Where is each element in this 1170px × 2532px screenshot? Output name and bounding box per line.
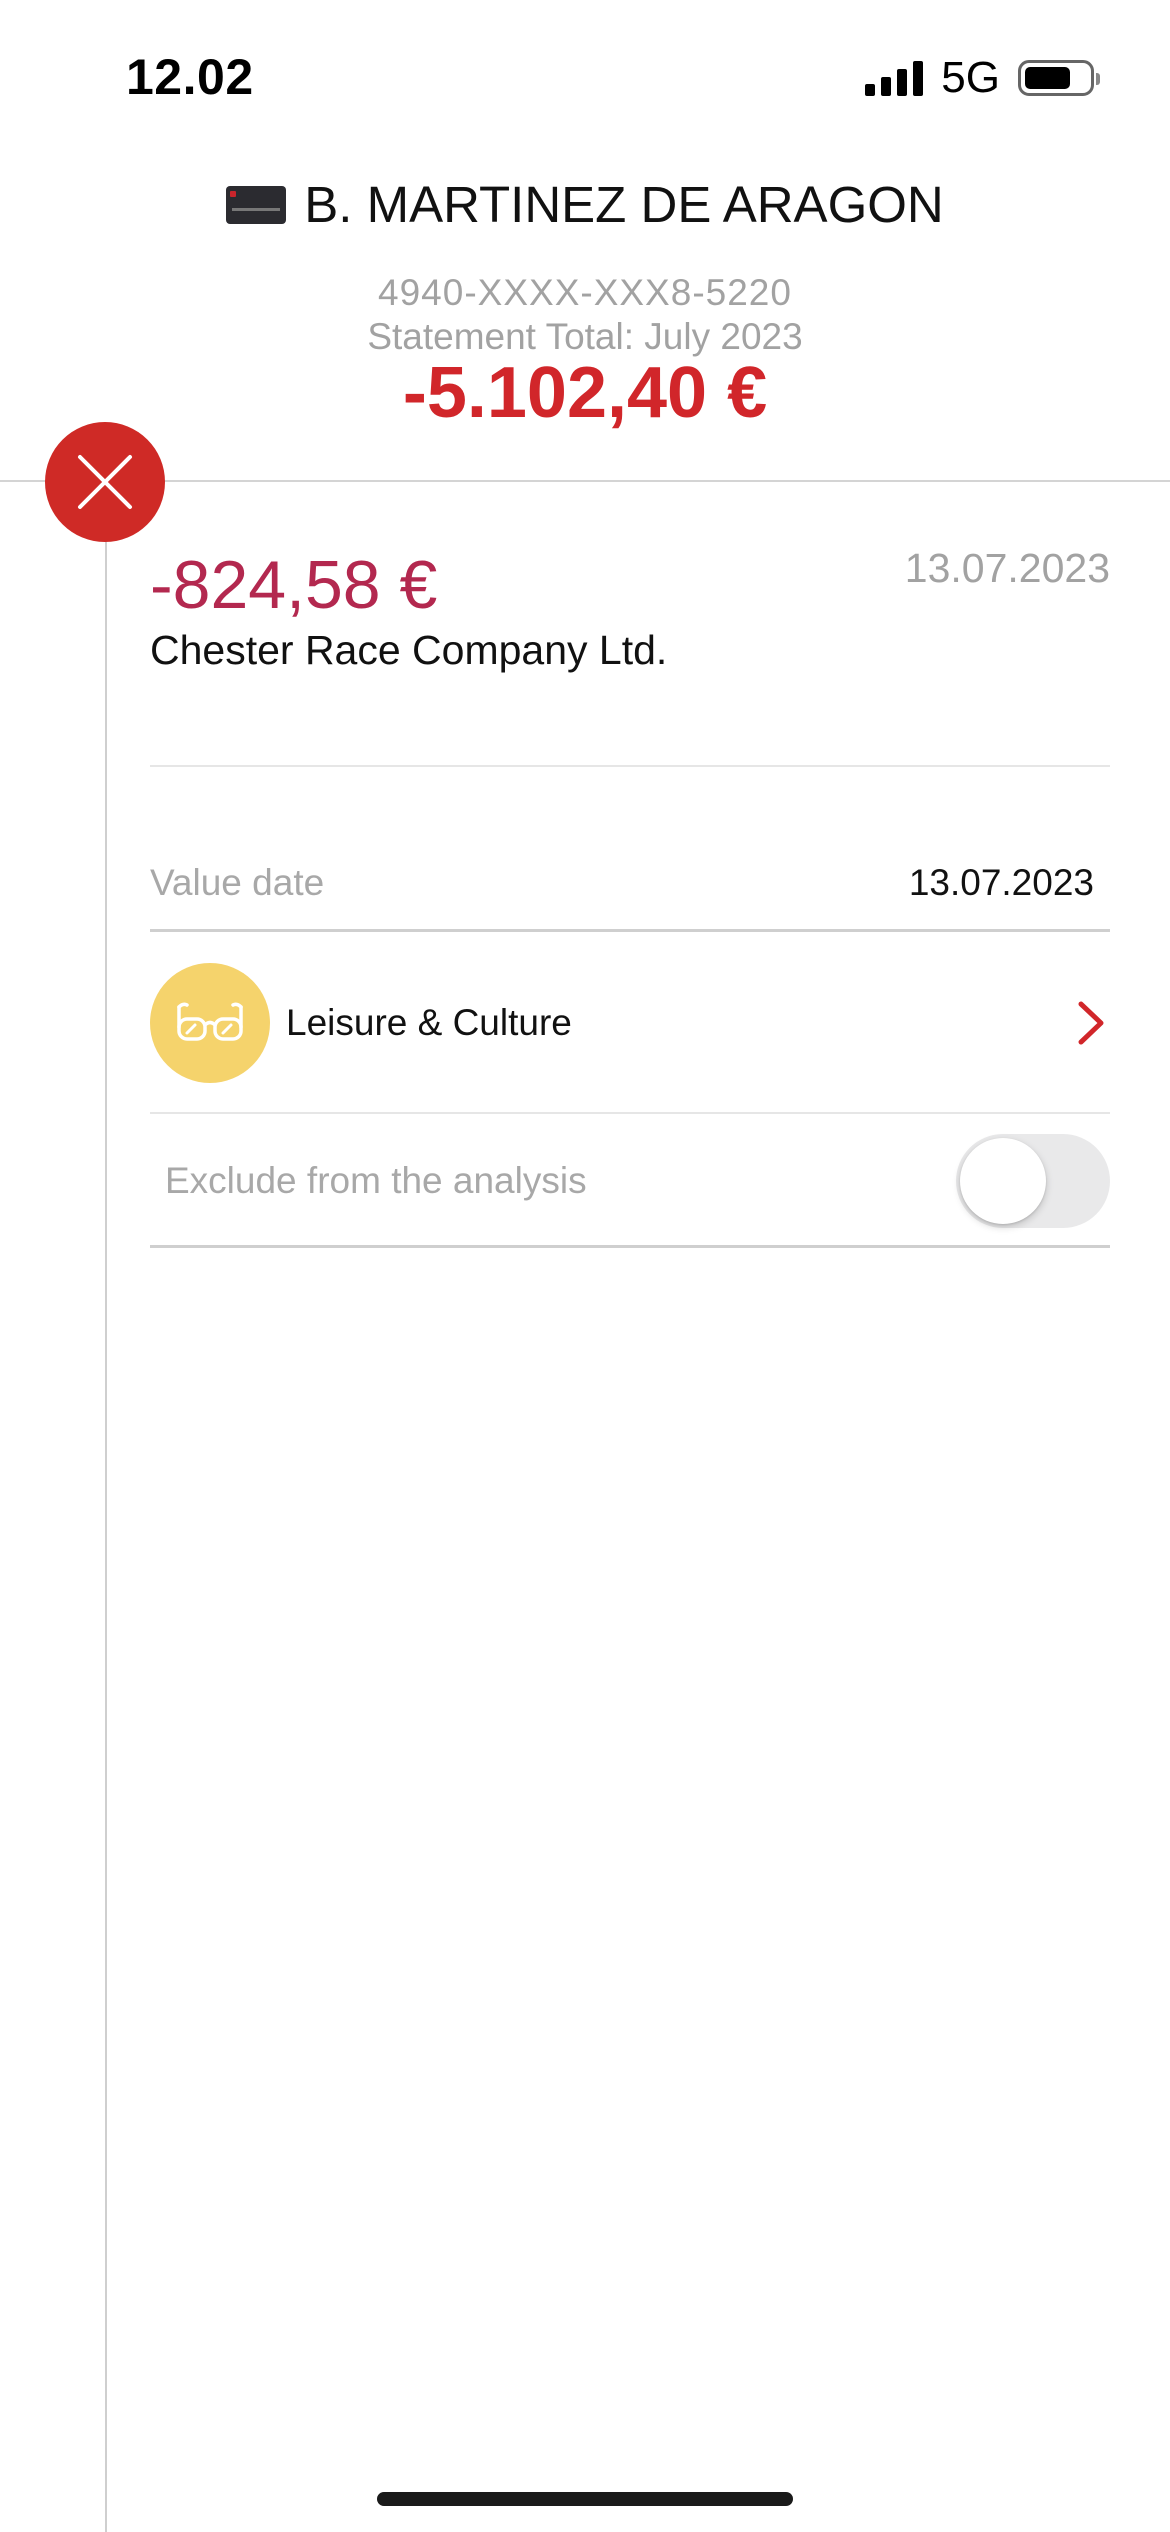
status-indicators: 5G xyxy=(865,53,1100,102)
divider xyxy=(150,1112,1110,1114)
category-row[interactable]: Leisure & Culture xyxy=(150,962,1110,1084)
category-badge xyxy=(150,963,270,1083)
transaction-amount: -824,58 € xyxy=(150,547,438,623)
header-divider xyxy=(0,480,1170,482)
transaction-date: 13.07.2023 xyxy=(904,545,1110,591)
battery-icon xyxy=(1018,60,1100,96)
divider xyxy=(150,1245,1110,1248)
credit-card-icon xyxy=(226,185,287,224)
card-number: 4940-XXXX-XXX8-5220 xyxy=(378,272,792,313)
chevron-right-icon xyxy=(1078,1001,1104,1045)
network-label: 5G xyxy=(941,53,1000,102)
battery-fill xyxy=(1025,67,1070,89)
home-indicator[interactable] xyxy=(377,2492,793,2506)
exclude-toggle[interactable] xyxy=(956,1134,1110,1228)
divider xyxy=(150,765,1110,767)
statement-total: -5.102,40 € xyxy=(402,353,768,433)
close-button[interactable] xyxy=(45,422,165,542)
value-date: 13.07.2023 xyxy=(908,862,1094,903)
status-time: 12.02 xyxy=(126,49,254,105)
value-date-label: Value date xyxy=(150,862,325,903)
signal-icon xyxy=(865,60,924,96)
card-header: B. MARTINEZ DE ARAGON xyxy=(0,175,1170,234)
close-icon xyxy=(78,455,132,509)
merchant-name: Chester Race Company Ltd. xyxy=(150,627,668,673)
category-label: Leisure & Culture xyxy=(286,1002,572,1043)
divider xyxy=(150,929,1110,932)
exclude-row: Exclude from the analysis xyxy=(150,1130,1110,1230)
glasses-icon xyxy=(177,1002,243,1041)
exclude-label: Exclude from the analysis xyxy=(165,1160,587,1201)
toggle-knob xyxy=(960,1138,1046,1224)
card-holder-name: B. MARTINEZ DE ARAGON xyxy=(304,176,944,233)
timeline-line xyxy=(105,482,107,2532)
